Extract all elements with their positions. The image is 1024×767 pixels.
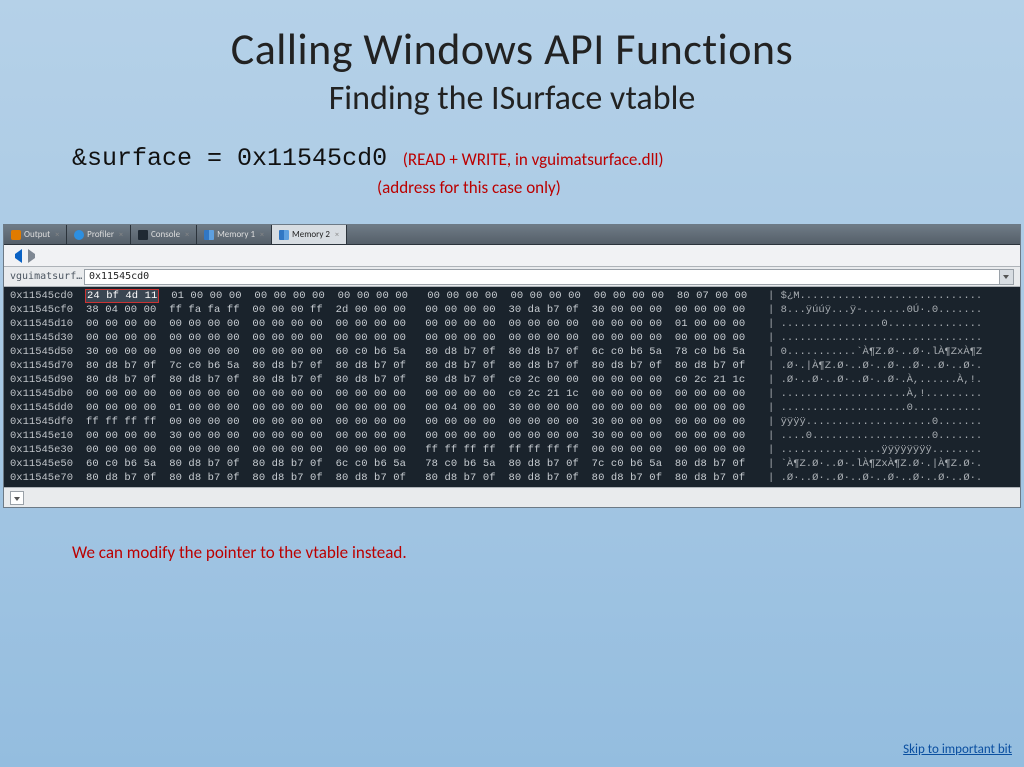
- hex-row[interactable]: 0x11545e1000 00 00 00 30 00 00 00 00 00 …: [4, 429, 1020, 443]
- hex-bytes: 00 00 00 00 00 00 00 00 00 00 00 00 00 0…: [86, 387, 766, 401]
- address-input[interactable]: [84, 269, 1000, 285]
- hex-bytes: 38 04 00 00 ff fa fa ff 00 00 00 ff 2d 0…: [86, 303, 766, 317]
- code-rhs: 0x11545cd0: [237, 144, 387, 173]
- hex-row[interactable]: 0x11545d5030 00 00 00 00 00 00 00 00 00 …: [4, 345, 1020, 359]
- hex-ascii: | ....................À,!.........: [766, 387, 1020, 401]
- display-options-button[interactable]: [10, 491, 24, 505]
- close-icon[interactable]: ×: [55, 230, 59, 240]
- tab-memory-2[interactable]: Memory 2 ×: [272, 225, 347, 244]
- tab-console[interactable]: Console ×: [131, 225, 197, 244]
- hex-row[interactable]: 0x11545d7080 d8 b7 0f 7c c0 b6 5a 80 d8 …: [4, 359, 1020, 373]
- tab-label: Profiler: [87, 229, 114, 240]
- hex-ascii: | `À¶Z.Ø·..Ø·.lÀ¶ZxÀ¶Z.Ø·.|À¶Z.Ø·.: [766, 457, 1020, 471]
- hex-ascii: | ....................0...........: [766, 401, 1020, 415]
- close-icon[interactable]: ×: [335, 230, 339, 240]
- slide-title: Calling Windows API Functions: [0, 22, 1024, 76]
- hex-ascii: | 0...........`À¶Z.Ø·..Ø·.lÀ¶ZxÀ¶Z: [766, 345, 1020, 359]
- hex-dump-view[interactable]: 0x11545cd024 bf 4d 11 01 00 00 00 00 00 …: [4, 287, 1020, 487]
- hex-address: 0x11545e50: [4, 457, 86, 471]
- console-icon: [138, 230, 148, 240]
- tab-profiler[interactable]: Profiler ×: [67, 225, 131, 244]
- hex-address: 0x11545d10: [4, 317, 86, 331]
- hex-address: 0x11545cf0: [4, 303, 86, 317]
- hex-bytes: 30 00 00 00 00 00 00 00 00 00 00 00 60 c…: [86, 345, 766, 359]
- hex-row[interactable]: 0x11545cd024 bf 4d 11 01 00 00 00 00 00 …: [4, 289, 1020, 303]
- memory-icon: [204, 230, 214, 240]
- hex-bytes: 00 00 00 00 01 00 00 00 00 00 00 00 00 0…: [86, 401, 766, 415]
- debugger-tab-bar: Output × Profiler × Console × Memory 1 × Mem…: [4, 225, 1020, 245]
- hex-bytes: 80 d8 b7 0f 80 d8 b7 0f 80 d8 b7 0f 80 d…: [86, 471, 766, 485]
- address-label: vguimatsurf…: [4, 271, 84, 282]
- hex-ascii: | .Ø·..Ø·..Ø·..Ø·..Ø·.À,......À,!.: [766, 373, 1020, 387]
- paren-note-2: (address for this case only): [377, 177, 1024, 198]
- code-eq: =: [192, 144, 237, 173]
- hex-row[interactable]: 0x11545e5060 c0 b6 5a 80 d8 b7 0f 80 d8 …: [4, 457, 1020, 471]
- hex-ascii: | $¿M.............................: [766, 289, 1020, 303]
- hex-row[interactable]: 0x11545e3000 00 00 00 00 00 00 00 00 00 …: [4, 443, 1020, 457]
- hex-address: 0x11545d30: [4, 331, 86, 345]
- output-icon: [11, 230, 21, 240]
- hex-row[interactable]: 0x11545dd000 00 00 00 01 00 00 00 00 00 …: [4, 401, 1020, 415]
- hex-row[interactable]: 0x11545d1000 00 00 00 00 00 00 00 00 00 …: [4, 317, 1020, 331]
- hex-address: 0x11545d90: [4, 373, 86, 387]
- hex-row[interactable]: 0x11545cf038 04 00 00 ff fa fa ff 00 00 …: [4, 303, 1020, 317]
- tab-label: Memory 2: [292, 229, 330, 240]
- hex-address: 0x11545db0: [4, 387, 86, 401]
- hex-ascii: | ................ÿÿÿÿÿÿÿÿ........: [766, 443, 1020, 457]
- paren-note-1: (READ + WRITE, in vguimatsurface.dll): [403, 149, 664, 170]
- close-icon[interactable]: ×: [119, 230, 123, 240]
- hex-row[interactable]: 0x11545d3000 00 00 00 00 00 00 00 00 00 …: [4, 331, 1020, 345]
- tab-output[interactable]: Output ×: [4, 225, 67, 244]
- debugger-footer: [4, 487, 1020, 507]
- hex-address: 0x11545e10: [4, 429, 86, 443]
- nav-forward-icon[interactable]: [28, 249, 42, 263]
- hex-row[interactable]: 0x11545e7080 d8 b7 0f 80 d8 b7 0f 80 d8 …: [4, 471, 1020, 485]
- hex-address: 0x11545d70: [4, 359, 86, 373]
- hex-address: 0x11545d50: [4, 345, 86, 359]
- hex-ascii: | ................0...............: [766, 317, 1020, 331]
- annotation-note: We can modify the pointer to the vtable …: [72, 542, 1024, 563]
- hex-address: 0x11545dd0: [4, 401, 86, 415]
- hex-bytes: 60 c0 b6 5a 80 d8 b7 0f 80 d8 b7 0f 6c c…: [86, 457, 766, 471]
- memory-debugger-panel: Output × Profiler × Console × Memory 1 × Mem…: [3, 224, 1021, 508]
- address-input-row: vguimatsurf…: [4, 267, 1020, 287]
- hex-ascii: | .Ø·.|À¶Z.Ø·..Ø·..Ø·..Ø·..Ø·..Ø·.: [766, 359, 1020, 373]
- hex-ascii: | ....0...................0.......: [766, 429, 1020, 443]
- hex-ascii: | 8...ÿúúÿ...ÿ-.......0Ú·.0.......: [766, 303, 1020, 317]
- hex-address: 0x11545cd0: [4, 289, 86, 303]
- hex-bytes: 80 d8 b7 0f 7c c0 b6 5a 80 d8 b7 0f 80 d…: [86, 359, 766, 373]
- debugger-toolbar: [4, 245, 1020, 267]
- nav-back-icon[interactable]: [8, 249, 22, 263]
- tab-label: Console: [151, 229, 180, 240]
- highlighted-bytes: 24 bf 4d 11: [86, 290, 158, 302]
- hex-bytes: 24 bf 4d 11 01 00 00 00 00 00 00 00 00 0…: [86, 289, 766, 303]
- hex-bytes: 00 00 00 00 00 00 00 00 00 00 00 00 00 0…: [86, 317, 766, 331]
- memory-icon: [279, 230, 289, 240]
- hex-row[interactable]: 0x11545df0ff ff ff ff 00 00 00 00 00 00 …: [4, 415, 1020, 429]
- hex-ascii: | ÿÿÿÿ....................0.......: [766, 415, 1020, 429]
- tab-memory-1[interactable]: Memory 1 ×: [197, 225, 272, 244]
- tab-label: Output: [24, 229, 50, 240]
- hex-address: 0x11545e30: [4, 443, 86, 457]
- hex-ascii: | .Ø·..Ø·..Ø·..Ø·..Ø·..Ø·..Ø·..Ø·.: [766, 471, 1020, 485]
- hex-bytes: 00 00 00 00 00 00 00 00 00 00 00 00 00 0…: [86, 331, 766, 345]
- skip-link[interactable]: Skip to important bit: [903, 742, 1012, 757]
- hex-address: 0x11545e70: [4, 471, 86, 485]
- code-lhs: &surface: [72, 144, 192, 173]
- slide-subtitle: Finding the ISurface vtable: [0, 78, 1024, 119]
- hex-row[interactable]: 0x11545db000 00 00 00 00 00 00 00 00 00 …: [4, 387, 1020, 401]
- hex-address: 0x11545df0: [4, 415, 86, 429]
- hex-bytes: 80 d8 b7 0f 80 d8 b7 0f 80 d8 b7 0f 80 d…: [86, 373, 766, 387]
- hex-bytes: 00 00 00 00 30 00 00 00 00 00 00 00 00 0…: [86, 429, 766, 443]
- hex-row[interactable]: 0x11545d9080 d8 b7 0f 80 d8 b7 0f 80 d8 …: [4, 373, 1020, 387]
- surface-address-line: &surface = 0x11545cd0 (READ + WRITE, in …: [72, 141, 1024, 198]
- hex-bytes: ff ff ff ff 00 00 00 00 00 00 00 00 00 0…: [86, 415, 766, 429]
- tab-label: Memory 1: [217, 229, 255, 240]
- profiler-icon: [74, 230, 84, 240]
- close-icon[interactable]: ×: [185, 230, 189, 240]
- hex-ascii: | ................................: [766, 331, 1020, 345]
- address-dropdown-button[interactable]: [1000, 269, 1014, 285]
- hex-bytes: 00 00 00 00 00 00 00 00 00 00 00 00 00 0…: [86, 443, 766, 457]
- close-icon[interactable]: ×: [260, 230, 264, 240]
